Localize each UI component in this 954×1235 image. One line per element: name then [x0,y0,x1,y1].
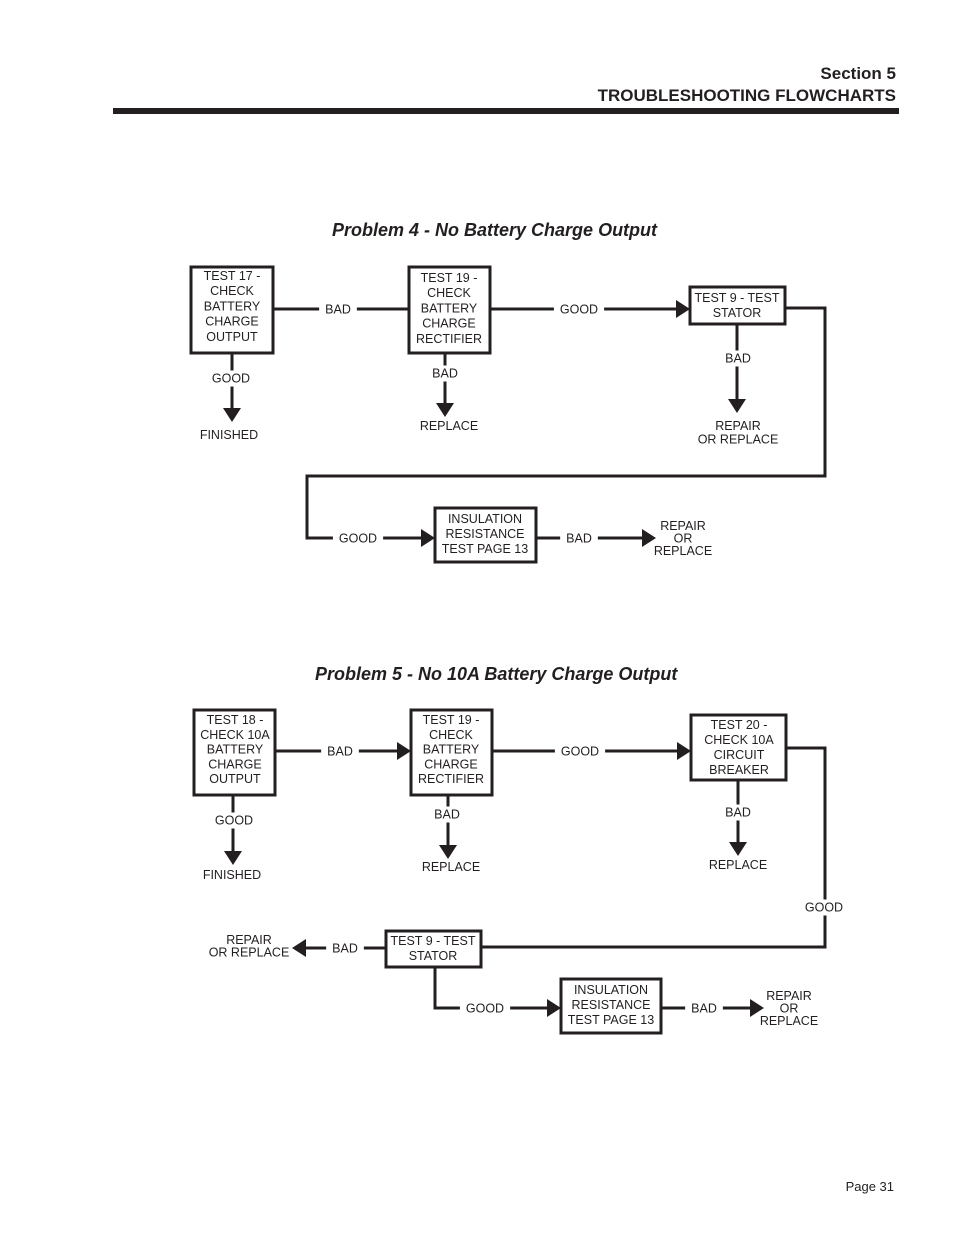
p5-replace-2: REPLACE [709,858,767,872]
p5-label-test9-good: GOOD [466,1002,504,1016]
p4-test19-text: TEST 19 -CHECK BATTERY CHARGE RECTIFIER [416,271,482,346]
p4-arrow-test17-good [223,408,241,422]
p5-label-test19-good: GOOD [561,745,599,759]
p5-label-test18-bad: BAD [327,745,353,759]
p5-arrow-test18-good [224,851,242,865]
flowcharts: TEST 17 -CHECK BATTERY CHARGE OUTPUT TEST 19… [189,265,850,1035]
p4-label-test17-bad: BAD [325,303,351,317]
p5-test19-text: TEST 19 -CHECK BATTERY CHARGE RECTIFIER [418,713,484,786]
p5-test20-text: TEST 20 -CHECK 10A CIRCUIT BREAKER [704,718,774,777]
p5-arrow-test19-good [677,742,691,760]
p4-arrow-test19-bad [436,403,454,417]
p4-label-test17-good: GOOD [212,372,250,386]
p5-repair-or-replace-2: REPAIR OR REPLACE [760,989,818,1028]
p5-label-test20-good: GOOD [805,901,843,915]
p5-arrow-test20-bad [729,842,747,856]
p4-label-test9-good: GOOD [339,532,377,546]
p4-label-insulation-bad: BAD [566,532,592,546]
p4-label-test9-bad: BAD [725,352,751,366]
p5-label-test18-good: GOOD [215,814,253,828]
p4-label-test19-bad: BAD [432,367,458,381]
p4-arrow-test9-good [421,529,435,547]
p5-arrow-test9-bad [292,939,306,957]
p4-repair-or-replace-1: REPAIR OR REPLACE [698,419,779,447]
p4-test17-text: TEST 17 -CHECK BATTERY CHARGE OUTPUT [204,269,261,344]
p5-label-test19-bad: BAD [434,808,460,822]
p5-label-insulation-bad: BAD [691,1002,717,1016]
p4-label-test19-good: GOOD [560,303,598,317]
p5-label-test20-bad: BAD [725,806,751,820]
p5-repair-or-replace-1: REPAIR OR REPLACE [209,933,290,960]
p5-arrow-test18-bad [397,742,411,760]
p5-label-test9-bad: BAD [332,942,358,956]
p5-finished: FINISHED [203,868,261,882]
p4-insulation-text: INSULATION RESISTANCE TEST PAGE 13 [442,512,528,556]
p4-finished: FINISHED [200,428,258,442]
p5-arrow-test19-bad [439,845,457,859]
p5-replace-1: REPLACE [422,860,480,874]
p5-test18-text: TEST 18 -CHECK 10A BATTERY CHARGE OUTPUT [200,713,270,786]
p4-arrow-test19-good [676,300,690,318]
p4-repair-or-replace-2: REPAIR OR REPLACE [654,519,712,558]
p5-insulation-text: INSULATION RESISTANCE TEST PAGE 13 [568,983,654,1027]
p4-arrow-test9-bad [728,399,746,413]
page-number: Page 31 [845,1179,894,1194]
p4-replace: REPLACE [420,419,478,433]
p5-arrow-test9-good [547,999,561,1017]
